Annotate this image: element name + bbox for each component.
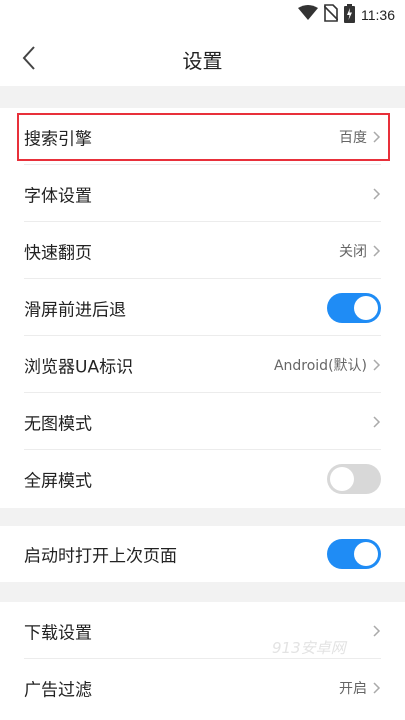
quick-page-row[interactable]: 快速翻页 关闭 bbox=[0, 222, 405, 279]
no-image-mode-label: 无图模式 bbox=[24, 414, 92, 434]
search-engine-label: 搜索引擎 bbox=[24, 129, 92, 149]
chevron-right-icon bbox=[373, 624, 381, 637]
fullscreen-mode-label: 全屏模式 bbox=[24, 471, 92, 491]
browser-ua-value: Android(默认) bbox=[273, 357, 367, 374]
font-settings-row[interactable]: 字体设置 bbox=[0, 165, 405, 222]
chevron-right-icon bbox=[373, 244, 381, 257]
search-engine-value: 百度 bbox=[339, 129, 367, 146]
ad-filter-label: 广告过滤 bbox=[24, 680, 92, 700]
battery-charging-icon bbox=[344, 3, 355, 27]
page-title: 设置 bbox=[182, 49, 223, 73]
swipe-nav-toggle[interactable] bbox=[327, 292, 381, 323]
swipe-nav-label: 滑屏前进后退 bbox=[24, 300, 126, 320]
app-header: 设置 bbox=[0, 30, 405, 86]
status-icons: 11:36 bbox=[298, 3, 395, 27]
browser-ua-row[interactable]: 浏览器UA标识 Android(默认) bbox=[0, 336, 405, 393]
ad-filter-row[interactable]: 广告过滤 开启 bbox=[0, 659, 405, 716]
toggle-knob bbox=[330, 466, 354, 491]
no-sim-icon bbox=[323, 4, 339, 26]
download-settings-label: 下载设置 bbox=[24, 623, 92, 643]
toggle-knob bbox=[354, 295, 378, 320]
chevron-right-icon bbox=[373, 187, 381, 200]
no-image-mode-row[interactable]: 无图模式 bbox=[0, 393, 405, 450]
quick-page-value: 关闭 bbox=[339, 243, 367, 260]
chevron-right-icon bbox=[373, 415, 381, 428]
restore-last-row: 启动时打开上次页面 bbox=[0, 526, 405, 582]
ad-filter-value: 开启 bbox=[339, 680, 367, 697]
status-time: 11:36 bbox=[361, 7, 395, 23]
settings-section-startup: 启动时打开上次页面 bbox=[0, 526, 405, 582]
quick-page-label: 快速翻页 bbox=[24, 243, 92, 263]
toggle-knob bbox=[354, 542, 378, 566]
fullscreen-mode-row: 全屏模式 bbox=[0, 450, 405, 507]
chevron-right-icon bbox=[373, 358, 381, 371]
swipe-nav-row: 滑屏前进后退 bbox=[0, 279, 405, 336]
chevron-right-icon bbox=[373, 681, 381, 694]
restore-last-label: 启动时打开上次页面 bbox=[24, 546, 177, 567]
watermark: 913安卓网 bbox=[272, 639, 346, 657]
font-settings-label: 字体设置 bbox=[24, 186, 92, 206]
wifi-icon bbox=[298, 5, 318, 25]
browser-ua-label: 浏览器UA标识 bbox=[24, 357, 134, 377]
settings-section-download: 下载设置 广告过滤 开启 bbox=[0, 602, 405, 720]
chevron-right-icon bbox=[373, 130, 381, 143]
restore-last-toggle[interactable] bbox=[327, 539, 381, 569]
status-bar: 11:36 bbox=[0, 0, 405, 30]
settings-section-general: 搜索引擎 百度 字体设置 快速翻页 关闭 滑屏前进后退 浏览器UA标识 Andr… bbox=[0, 108, 405, 508]
search-engine-row[interactable]: 搜索引擎 百度 bbox=[0, 108, 405, 165]
fullscreen-mode-toggle[interactable] bbox=[327, 463, 381, 494]
